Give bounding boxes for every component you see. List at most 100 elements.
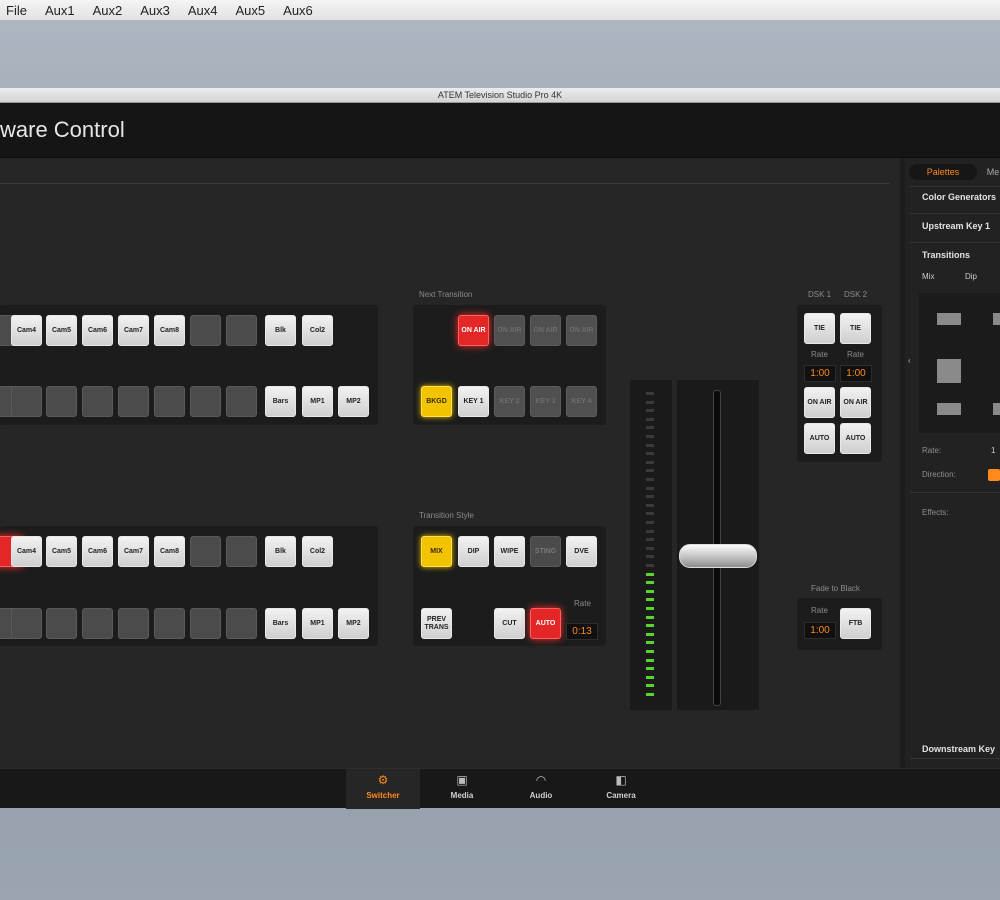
preview-button[interactable]: Cam8 [154, 536, 185, 567]
preview-button[interactable] [190, 536, 221, 567]
downstream-key-header[interactable]: Downstream Key [922, 744, 995, 754]
program-shift-button[interactable] [46, 386, 77, 417]
sub-tab-dip[interactable]: Dip [965, 272, 977, 281]
preview-button[interactable]: Cam7 [118, 536, 149, 567]
preview-shift-button[interactable] [82, 608, 113, 639]
program-shift-button[interactable] [154, 386, 185, 417]
dve-button[interactable]: DVE [566, 536, 597, 567]
t-bar-handle[interactable] [679, 544, 757, 568]
meter-segment [646, 495, 654, 499]
preview-shift-button[interactable] [190, 608, 221, 639]
on-air-key3-button[interactable]: ON AIR [566, 315, 597, 346]
meter-segment [646, 564, 654, 567]
dsk2-on-air-button[interactable]: ON AIR [840, 387, 871, 418]
auto-button[interactable]: AUTO [530, 608, 561, 639]
key2-button[interactable]: KEY 2 [494, 386, 525, 417]
dip-button[interactable]: DIP [458, 536, 489, 567]
program-shift-button[interactable] [118, 386, 149, 417]
wipe-pattern-bottom[interactable] [937, 403, 961, 415]
menu-aux3[interactable]: Aux3 [140, 3, 170, 18]
chevron-left-icon[interactable]: ‹ [908, 356, 911, 365]
cut-button[interactable]: CUT [494, 608, 525, 639]
rate-value[interactable]: 1 [991, 446, 995, 455]
wipe-pattern-top-right[interactable] [993, 313, 1000, 325]
dsk2-tie-button[interactable]: TIE [840, 313, 871, 344]
program-shift-button[interactable] [226, 386, 257, 417]
preview-shift-button[interactable] [46, 608, 77, 639]
preview-shift-button[interactable] [226, 608, 257, 639]
program-button[interactable]: Cam5 [46, 315, 77, 346]
nav-audio[interactable]: ◠ Audio [504, 769, 578, 809]
transitions-header[interactable]: Transitions [922, 250, 970, 260]
wipe-pattern-middle[interactable] [937, 359, 961, 383]
program-button[interactable]: Cam8 [154, 315, 185, 346]
menu-aux1[interactable]: Aux1 [45, 3, 75, 18]
meter-segment [646, 486, 654, 490]
tab-media[interactable]: Me [981, 164, 1000, 180]
menu-file[interactable]: File [6, 3, 27, 18]
program-shift-button[interactable] [11, 386, 42, 417]
ftb-rate-value[interactable]: 1:00 [804, 622, 836, 639]
program-shift-button[interactable]: MP1 [302, 386, 333, 417]
ftb-button[interactable]: FTB [840, 608, 871, 639]
key4-button[interactable]: KEY 4 [566, 386, 597, 417]
wipe-pattern-bottom-right[interactable] [993, 403, 1000, 415]
menu-aux5[interactable]: Aux5 [236, 3, 266, 18]
program-button[interactable]: Blk [265, 315, 296, 346]
on-air-key1-button[interactable]: ON AIR [494, 315, 525, 346]
menu-aux4[interactable]: Aux4 [188, 3, 218, 18]
preview-button[interactable]: Col2 [302, 536, 333, 567]
preview-button[interactable] [226, 536, 257, 567]
nav-media[interactable]: ▣ Media [425, 769, 499, 809]
tab-palettes[interactable]: Palettes [909, 164, 977, 180]
preview-shift-button[interactable] [11, 608, 42, 639]
preview-shift-button[interactable]: MP1 [302, 608, 333, 639]
dsk2-rate-value[interactable]: 1:00 [840, 365, 872, 382]
nav-switcher[interactable]: ⚙ Switcher [346, 769, 420, 809]
menu-aux2[interactable]: Aux2 [93, 3, 123, 18]
on-air-key2-button[interactable]: ON AIR [530, 315, 561, 346]
prev-trans-button[interactable]: PREV TRANS [421, 608, 452, 639]
preview-button[interactable]: Cam4 [11, 536, 42, 567]
preview-shift-button[interactable]: Bars [265, 608, 296, 639]
preview-button[interactable]: Blk [265, 536, 296, 567]
wipe-pattern-top[interactable] [937, 313, 961, 325]
dsk2-auto-button[interactable]: AUTO [840, 423, 871, 454]
bkgd-button[interactable]: BKGD [421, 386, 452, 417]
program-button[interactable] [190, 315, 221, 346]
program-shift-button[interactable]: Bars [265, 386, 296, 417]
program-button[interactable]: Cam7 [118, 315, 149, 346]
dsk1-rate-value[interactable]: 1:00 [804, 365, 836, 382]
dsk1-auto-button[interactable]: AUTO [804, 423, 835, 454]
upstream-key-header[interactable]: Upstream Key 1 [922, 221, 990, 231]
dsk1-label: DSK 1 [808, 290, 832, 299]
key1-button[interactable]: KEY 1 [458, 386, 489, 417]
color-generators-header[interactable]: Color Generators [922, 192, 996, 202]
program-button[interactable]: Cam4 [11, 315, 42, 346]
direction-toggle[interactable] [988, 469, 1000, 481]
preview-button[interactable]: Cam6 [82, 536, 113, 567]
sub-tab-mix[interactable]: Mix [922, 272, 934, 281]
program-shift-button[interactable]: MP2 [338, 386, 369, 417]
preview-shift-button[interactable] [154, 608, 185, 639]
dsk1-tie-button[interactable]: TIE [804, 313, 835, 344]
meter-segment [646, 460, 654, 464]
program-button[interactable]: Cam6 [82, 315, 113, 346]
transition-rate-value[interactable]: 0:13 [566, 623, 598, 640]
menu-aux6[interactable]: Aux6 [283, 3, 313, 18]
dsk1-on-air-button[interactable]: ON AIR [804, 387, 835, 418]
preview-shift-button[interactable] [118, 608, 149, 639]
wipe-pattern-grid[interactable] [919, 293, 1000, 433]
program-button[interactable] [226, 315, 257, 346]
preview-shift-button[interactable]: MP2 [338, 608, 369, 639]
key3-button[interactable]: KEY 3 [530, 386, 561, 417]
program-shift-button[interactable] [190, 386, 221, 417]
mix-button[interactable]: MIX [421, 536, 452, 567]
wipe-button[interactable]: WIPE [494, 536, 525, 567]
sting-button[interactable]: STING [530, 536, 561, 567]
nav-camera[interactable]: ◧ Camera [584, 769, 658, 809]
program-shift-button[interactable] [82, 386, 113, 417]
on-air-bkgd-button[interactable]: ON AIR [458, 315, 489, 346]
preview-button[interactable]: Cam5 [46, 536, 77, 567]
program-button[interactable]: Col2 [302, 315, 333, 346]
